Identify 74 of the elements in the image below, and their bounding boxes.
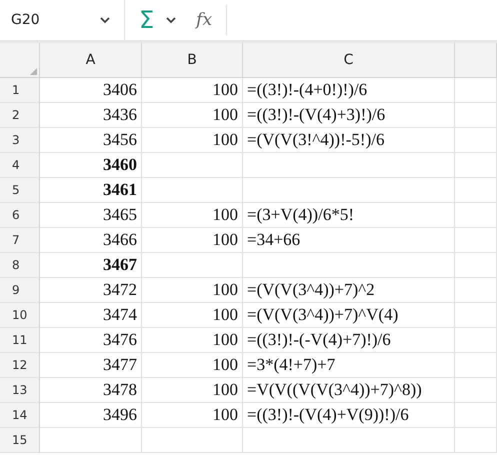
table-cell: 3436 [40,103,142,128]
empty-cell [455,153,497,178]
row-header[interactable]: 14 [0,403,40,428]
empty-cell [455,253,497,278]
row-header[interactable]: 15 [0,428,40,453]
row-header[interactable]: 9 [0,278,40,303]
row-header[interactable]: 1 [0,78,40,103]
table-cell: 3474 [40,303,142,328]
row-header[interactable]: 4 [0,153,40,178]
table-cell: 100 [142,278,243,303]
table-cell: 3460 [40,153,142,178]
empty-cell [455,428,497,453]
table-cell: 100 [142,353,243,378]
table-cell: 3476 [40,328,142,353]
table-cell: =V(V((V(V(3^4))+7)^8)) [243,378,455,403]
row-header[interactable]: 6 [0,203,40,228]
empty-cell [455,128,497,153]
column-header[interactable]: A [40,43,142,78]
empty-cell [455,203,497,228]
row-header[interactable]: 5 [0,178,40,203]
corner-triangle-icon [30,68,37,75]
table-cell: 100 [142,128,243,153]
table-cell: 100 [142,303,243,328]
table-cell: =34+66 [243,228,455,253]
row-header[interactable]: 7 [0,228,40,253]
chevron-icon[interactable] [100,16,110,24]
empty-cell [455,78,497,103]
table-cell: =(V(V(3!^4))!-5!)/6 [243,128,455,153]
row-header[interactable]: 11 [0,328,40,353]
table-cell: 3467 [40,253,142,278]
empty-cell [455,278,497,303]
table-cell: 100 [142,203,243,228]
table-cell: 3466 [40,228,142,253]
empty-cell [455,303,497,328]
row-header[interactable]: 10 [0,303,40,328]
table-cell: 3465 [40,203,142,228]
empty-cell [455,328,497,353]
table-cell: =(V(V(3^4))+7)^2 [243,278,455,303]
table-cell: 100 [142,403,243,428]
row-header[interactable]: 13 [0,378,40,403]
table-cell: 100 [142,378,243,403]
column-header[interactable]: C [243,43,455,78]
table-cell: =(3+V(4))/6*5! [243,203,455,228]
cell-reference: G20 [11,12,40,28]
table-cell: 100 [142,103,243,128]
empty-cell [455,228,497,253]
table-cell: 3406 [40,78,142,103]
table-cell: =((3!)!-(V(4)+V(9))!)/6 [243,403,455,428]
empty-cell [455,353,497,378]
empty-cell [455,403,497,428]
table-cell: 3478 [40,378,142,403]
empty-cell [455,103,497,128]
table-cell: =((3!)!-(4+0!)!)/6 [243,78,455,103]
table-cell: 100 [142,328,243,353]
empty-cell [455,178,497,203]
row-header[interactable]: 12 [0,353,40,378]
table-cell: 100 [142,228,243,253]
empty-cell [455,378,497,403]
table-cell: =((3!)!-(V(4)+3)!)/6 [243,103,455,128]
row-header[interactable]: 8 [0,253,40,278]
column-header[interactable]: B [142,43,243,78]
table-cell: 3477 [40,353,142,378]
table-cell: 3472 [40,278,142,303]
table-cell: 3456 [40,128,142,153]
table-cell: =3*(4!+7)+7 [243,353,455,378]
chevron-icon[interactable] [166,16,176,24]
table-cell: 100 [142,78,243,103]
insert-function-button[interactable]: fx [194,12,212,28]
row-header[interactable]: 2 [0,103,40,128]
table-cell: 3461 [40,178,142,203]
table-cell: 3496 [40,403,142,428]
row-header[interactable]: 3 [0,128,40,153]
table-cell: =(V(V(3^4))+7)^V(4) [243,303,455,328]
table-cell: =((3!)!-(-V(4)+7)!)/6 [243,328,455,353]
